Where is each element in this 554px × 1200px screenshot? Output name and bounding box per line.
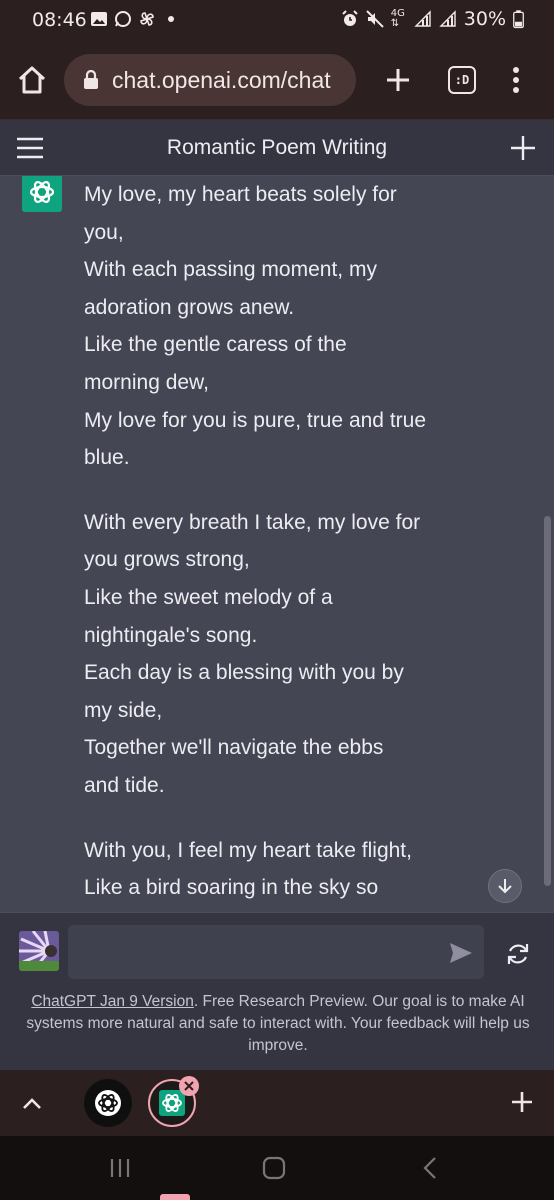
dot-icon — [168, 16, 174, 22]
recent-apps-icon[interactable] — [106, 1156, 134, 1180]
network-label: 4G — [390, 8, 405, 19]
poem-line: Like a bird soaring in the sky so — [84, 876, 379, 900]
arrow-down-icon — [498, 879, 512, 894]
assistant-avatar — [22, 176, 62, 212]
poem-line: adoration grows anew. — [84, 295, 295, 319]
home-icon[interactable] — [16, 64, 48, 96]
chat-header: Romantic Poem Writing — [0, 120, 554, 176]
tab-strip — [0, 1070, 554, 1136]
battery-percentage: 30% — [463, 8, 506, 30]
new-tab-icon[interactable] — [382, 64, 414, 96]
poem-line: My love for you is pure, true and true — [84, 408, 426, 432]
status-system-icons: 4G ⇅ 30% — [341, 8, 524, 30]
close-icon — [184, 1081, 194, 1091]
gallery-icon — [91, 12, 107, 26]
version-link[interactable]: ChatGPT Jan 9 Version — [31, 993, 194, 1010]
disclaimer-text: ChatGPT Jan 9 Version. Free Research Pre… — [18, 991, 538, 1057]
poem-stanza: With you, I feel my heart take flight, L… — [84, 832, 444, 907]
status-time: 08:46 — [32, 9, 87, 31]
home-nav-icon[interactable] — [260, 1156, 288, 1180]
status-notification-icons — [90, 10, 180, 28]
message-thread: My love, my heart beats solely for you, … — [0, 176, 554, 912]
poem-line: nightingale's song. — [84, 623, 258, 647]
alarm-icon — [342, 10, 358, 26]
pinwheel-icon — [140, 12, 154, 26]
send-icon[interactable] — [448, 941, 474, 965]
conversation-title: Romantic Poem Writing — [166, 136, 388, 159]
poem-line: you grows strong, — [84, 548, 250, 572]
composer: ChatGPT Jan 9 Version. Free Research Pre… — [0, 912, 554, 1070]
address-bar[interactable]: chat.openai.com/chat — [64, 54, 356, 106]
tab-switcher-button[interactable]: :D — [448, 66, 476, 94]
poem-line: Like the sweet melody of a — [84, 585, 333, 609]
more-options-icon[interactable] — [504, 64, 528, 96]
openai-logo-icon — [29, 181, 55, 203]
poem-line: morning dew, — [84, 370, 209, 394]
openai-logo-icon — [95, 1090, 121, 1116]
scroll-to-bottom-button[interactable] — [488, 869, 522, 903]
chevron-up-icon[interactable] — [18, 1090, 46, 1118]
poem-line: my side, — [84, 698, 163, 722]
poem-line: Together we'll navigate the ebbs — [84, 736, 384, 760]
assistant-message: My love, my heart beats solely for you, … — [84, 176, 444, 912]
poem-line: With you, I feel my heart take flight, — [84, 838, 412, 862]
user-avatar — [19, 931, 59, 971]
network-4g-icon: 4G ⇅ — [390, 8, 405, 29]
regenerate-icon[interactable] — [505, 941, 531, 967]
poem-line: Like the gentle caress of the — [84, 333, 347, 357]
whatsapp-icon — [115, 11, 131, 27]
new-chat-icon[interactable] — [510, 135, 536, 161]
mute-icon — [366, 10, 384, 28]
system-navigation-bar — [0, 1136, 554, 1200]
close-tab-button[interactable] — [179, 1076, 199, 1096]
edge-indicator — [160, 1194, 190, 1200]
poem-line: you, — [84, 220, 124, 244]
poem-stanza: With every breath I take, my love for yo… — [84, 504, 444, 805]
poem-line: Each day is a blessing with you by — [84, 661, 404, 685]
battery-icon — [513, 10, 524, 29]
signal-icon — [414, 10, 431, 27]
scrollbar[interactable] — [544, 516, 551, 886]
status-bar: 08:46 4G ⇅ 30% — [0, 0, 554, 40]
flower-avatar-icon — [19, 931, 59, 971]
lock-icon — [84, 70, 98, 89]
poem-stanza: My love, my heart beats solely for you, … — [84, 176, 444, 477]
poem-line: With each passing moment, my — [84, 258, 377, 282]
message-input[interactable] — [68, 925, 484, 979]
tab-switcher-label: :D — [454, 73, 470, 87]
tab-openai-1[interactable] — [84, 1079, 132, 1127]
poem-line: With every breath I take, my love for — [84, 510, 421, 534]
browser-toolbar: chat.openai.com/chat :D — [0, 40, 554, 120]
poem-line: My love, my heart beats solely for — [84, 183, 397, 206]
url-text: chat.openai.com/chat — [112, 66, 331, 93]
poem-line: and tide. — [84, 773, 165, 797]
signal-icon — [439, 10, 456, 27]
poem-line: blue. — [84, 446, 130, 470]
add-tab-icon[interactable] — [508, 1088, 536, 1116]
back-icon[interactable] — [418, 1156, 446, 1180]
